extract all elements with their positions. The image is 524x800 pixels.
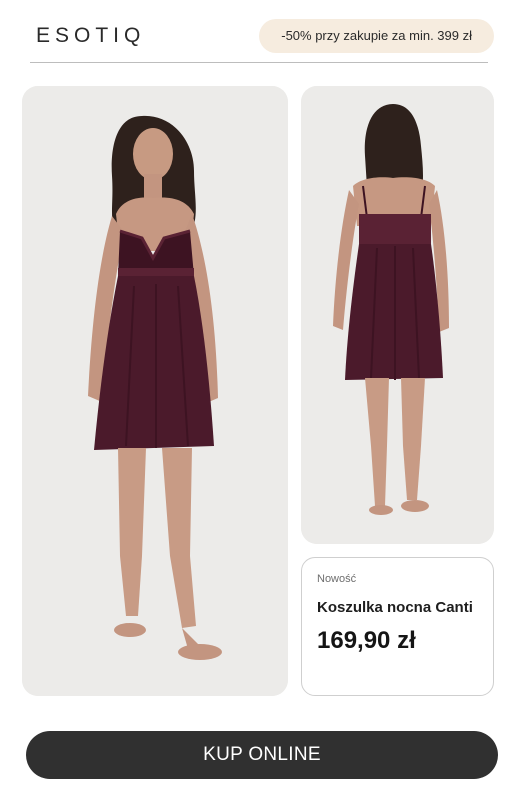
product-photo-front[interactable] <box>22 86 288 696</box>
brand-logo[interactable]: ESOTIQ <box>36 24 145 48</box>
model-front-photo <box>22 86 288 696</box>
product-photo-back[interactable] <box>301 86 494 544</box>
product-name: Koszulka nocna Canti <box>317 599 473 616</box>
header-divider <box>30 62 488 63</box>
buy-online-button[interactable]: KUP ONLINE <box>26 731 498 779</box>
product-price: 169,90 zł <box>317 627 416 654</box>
product-info-card[interactable]: Nowość Koszulka nocna Canti 169,90 zł <box>301 557 494 696</box>
model-back-photo <box>301 86 494 544</box>
new-badge: Nowość <box>317 573 357 585</box>
header: ESOTIQ -50% przy zakupie za min. 399 zł <box>0 0 524 64</box>
promo-badge[interactable]: -50% przy zakupie za min. 399 zł <box>259 19 494 53</box>
